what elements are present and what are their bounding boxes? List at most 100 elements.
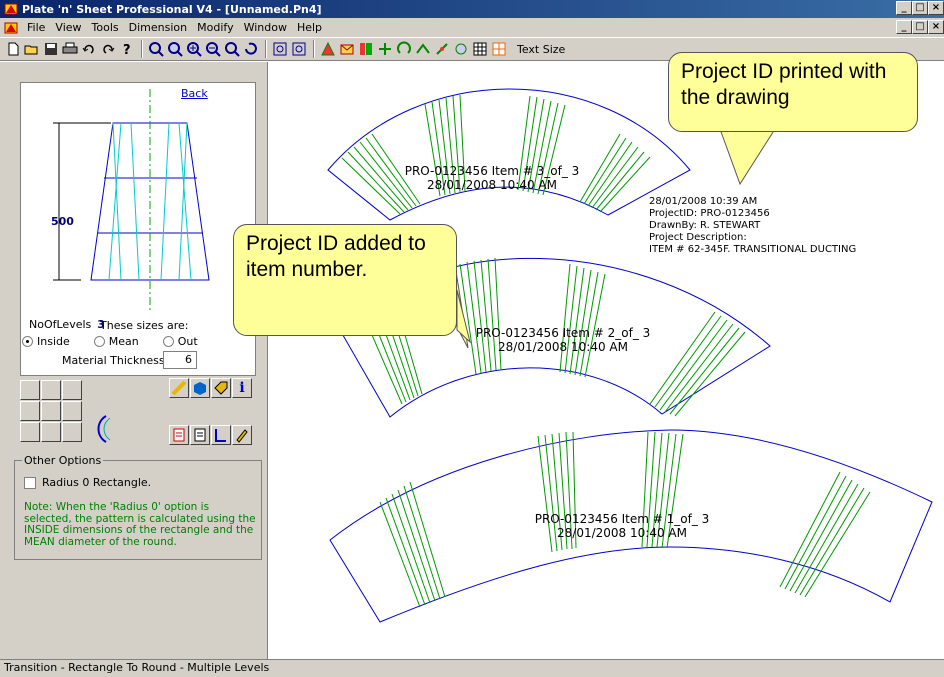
maximize-button[interactable]: □ (912, 1, 928, 15)
edit-icon[interactable] (232, 425, 252, 445)
nest-icon[interactable] (357, 41, 374, 58)
layout-icon[interactable] (319, 41, 336, 58)
radio-mean-label: Mean (108, 335, 139, 348)
redraw-icon[interactable] (242, 41, 259, 58)
app-icon (4, 3, 18, 15)
info-desc-label: Project Description: (649, 232, 747, 243)
shape-cube-icon[interactable] (62, 380, 82, 400)
menu-window[interactable]: Window (239, 21, 292, 34)
menu-modify[interactable]: Modify (192, 21, 238, 34)
info-desc: ITEM # 62-345F. TRANSITIONAL DUCTING (649, 244, 857, 255)
shape-cube-icon[interactable] (41, 380, 61, 400)
sheet-icon[interactable] (338, 41, 355, 58)
info-project-id: ProjectID: PRO-0123456 (649, 208, 770, 219)
table-icon[interactable] (490, 41, 507, 58)
save-icon[interactable] (42, 41, 59, 58)
item3-line2: 28/01/2008 10:40 AM (427, 178, 557, 192)
text-size-label: Text Size (517, 42, 566, 56)
title-bar: Plate 'n' Sheet Professional V4 - [Unnam… (0, 0, 944, 18)
menu-bar: File View Tools Dimension Modify Window … (0, 18, 944, 37)
close-button[interactable]: × (928, 1, 944, 15)
material-thickness-input[interactable]: 6 (163, 351, 197, 369)
zoom-window-icon[interactable] (147, 41, 164, 58)
pattern-piece-3 (327, 88, 691, 221)
radio-outside-dot[interactable] (162, 336, 174, 347)
fit-page-icon[interactable] (271, 41, 288, 58)
align-icon[interactable] (433, 41, 450, 58)
redo-icon[interactable] (99, 41, 116, 58)
move-icon[interactable] (376, 41, 393, 58)
radius0-checkbox[interactable] (24, 476, 36, 489)
drawing-canvas[interactable]: PRO-0123456 Item # 3_of_ 3 28/01/2008 10… (270, 62, 944, 659)
left-panel: Back 500 NoOfLevels 3 These sizes are: In… (0, 62, 268, 659)
status-bar: Transition - Rectangle To Round - Multip… (0, 659, 944, 677)
callout-project-id-printed: Project ID printed with the drawing (668, 52, 918, 132)
radio-mean[interactable]: Mean (93, 335, 139, 348)
shape-cube-icon[interactable] (62, 422, 82, 442)
pattern-drawing (327, 88, 933, 623)
menu-tools[interactable]: Tools (87, 21, 124, 34)
grid-icon[interactable] (471, 41, 488, 58)
label-icon[interactable] (211, 378, 231, 398)
sizes-label: These sizes are: (100, 319, 189, 332)
help-icon[interactable]: ? (118, 41, 135, 58)
open-folder-icon[interactable] (23, 41, 40, 58)
no-of-levels: NoOfLevels 3 (29, 318, 105, 331)
menu-help[interactable]: Help (292, 21, 327, 34)
doc-restore-button[interactable]: □ (912, 20, 928, 34)
radius0-note: Note: When the 'Radius 0' option is sele… (24, 501, 256, 548)
no-of-levels-label: NoOfLevels (29, 318, 92, 331)
action-toolbar-bottom (169, 425, 252, 445)
print-report-icon[interactable] (190, 425, 210, 445)
shape-cube-icon[interactable] (20, 401, 40, 421)
item3-line1: PRO-0123456 Item # 3_of_ 3 (404, 164, 580, 178)
new-file-icon[interactable] (4, 41, 21, 58)
shape-cube-icon[interactable] (20, 380, 40, 400)
radio-outside[interactable]: Out (162, 335, 198, 348)
fit-sheet-icon[interactable] (290, 41, 307, 58)
doc-close-button[interactable]: × (928, 20, 944, 34)
zoom-all-icon[interactable] (166, 41, 183, 58)
pan-icon[interactable] (452, 41, 469, 58)
measure-icon[interactable] (169, 378, 189, 398)
3d-view-icon[interactable] (190, 378, 210, 398)
height-dimension: 500 (51, 215, 74, 228)
material-thickness-label: Material Thickness (62, 354, 165, 367)
report-icon[interactable] (169, 425, 189, 445)
callout-top-text: Project ID printed with the drawing (681, 60, 887, 109)
zoom-previous-icon[interactable] (223, 41, 240, 58)
shape-cube-icon[interactable] (62, 401, 82, 421)
menu-dimension[interactable]: Dimension (124, 21, 192, 34)
menu-view[interactable]: View (50, 21, 86, 34)
item3-label: PRO-0123456 Item # 3_of_ 3 28/01/2008 10… (402, 164, 582, 192)
radius0-option[interactable]: Radius 0 Rectangle. (24, 476, 151, 489)
other-options-title: Other Options (22, 454, 104, 467)
radio-mean-dot[interactable] (93, 336, 105, 347)
shape-cube-icon[interactable] (20, 422, 40, 442)
undo-icon[interactable] (80, 41, 97, 58)
radio-inside-dot[interactable] (22, 336, 33, 347)
item1-line1: PRO-0123456 Item # 1_of_ 3 (534, 512, 710, 526)
action-toolbar-top: i (169, 378, 252, 398)
rotate-icon[interactable] (395, 41, 412, 58)
info-icon[interactable]: i (232, 378, 252, 398)
size-radio-group: Inside Mean Out (22, 335, 198, 348)
zoom-out-icon[interactable] (204, 41, 221, 58)
item1-label: PRO-0123456 Item # 1_of_ 3 28/01/2008 10… (522, 512, 722, 540)
minimize-button[interactable]: _ (896, 1, 912, 15)
project-info-block: 28/01/2008 10:39 AM ProjectID: PRO-01234… (649, 196, 856, 256)
radio-outside-label: Out (177, 335, 198, 348)
radius0-label: Radius 0 Rectangle. (42, 476, 152, 489)
print-icon[interactable] (61, 41, 78, 58)
doc-minimize-button[interactable]: _ (896, 20, 912, 34)
menu-file[interactable]: File (22, 21, 50, 34)
shape-cube-icon[interactable] (41, 401, 61, 421)
round-transition-icon[interactable] (92, 414, 114, 444)
shape-cube-icon[interactable] (41, 422, 61, 442)
zoom-in-icon[interactable] (185, 41, 202, 58)
radio-inside[interactable]: Inside (22, 335, 70, 348)
layout-report-icon[interactable] (211, 425, 231, 445)
callout-project-id-item: Project ID added to item number. (233, 224, 457, 336)
document-icon[interactable] (4, 21, 18, 35)
mirror-icon[interactable] (414, 41, 431, 58)
